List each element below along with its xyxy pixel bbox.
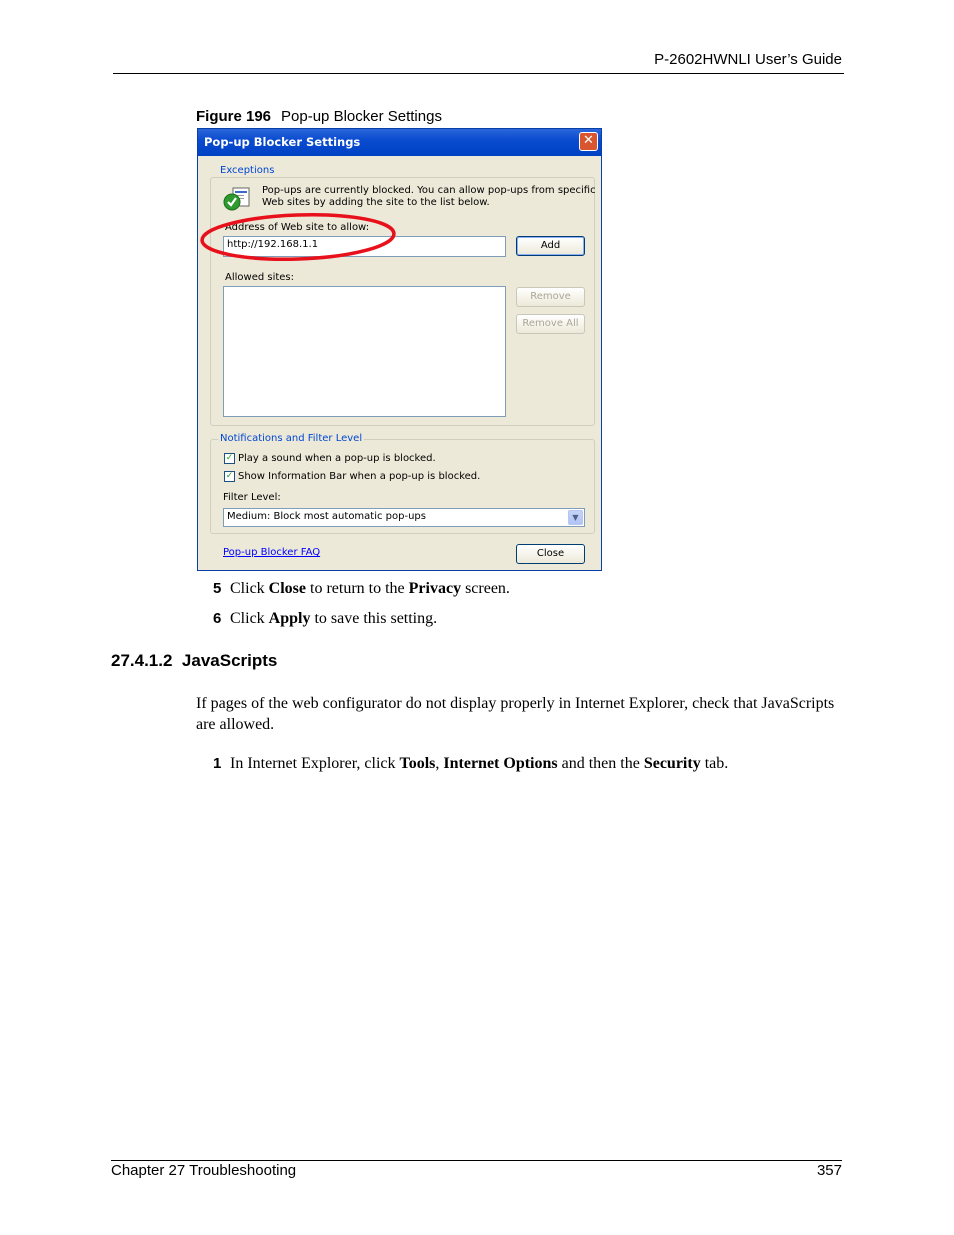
add-button[interactable]: Add	[516, 236, 585, 256]
remove-all-button[interactable]: Remove All	[516, 314, 585, 334]
step-6-number: 6	[213, 610, 222, 627]
dialog-title: Pop-up Blocker Settings	[204, 135, 361, 149]
allowed-sites-label: Allowed sites:	[225, 272, 295, 283]
step-5-bold-privacy: Privacy	[408, 580, 462, 597]
exceptions-info-line1: Pop-ups are currently blocked. You can a…	[262, 185, 596, 196]
step-5-text-pre: Click	[230, 580, 269, 597]
step-5-text-post: screen.	[461, 580, 510, 597]
footer-chapter: Chapter 27 Troubleshooting	[111, 1162, 297, 1179]
step-1-text-post: tab.	[700, 755, 729, 772]
play-sound-check-mark: ✓	[225, 453, 234, 463]
figure-caption: Figure 196 Pop-up Blocker Settings	[196, 108, 442, 125]
step-1-text-mid: and then the	[557, 755, 644, 772]
play-sound-checkbox[interactable]: ✓	[224, 453, 235, 464]
chevron-down-icon[interactable]: ▼	[568, 510, 583, 525]
highlight-ellipse	[200, 213, 396, 261]
figure-label: Figure 196	[196, 108, 272, 125]
show-infobar-check-mark: ✓	[225, 471, 234, 481]
section-paragraph: If pages of the web configurator do not …	[196, 695, 835, 733]
exceptions-legend: Exceptions	[218, 165, 277, 176]
popup-blocker-dialog: Pop-up Blocker Settings ✕ Exceptions Pop…	[197, 128, 602, 571]
close-icon[interactable]: ✕	[579, 132, 598, 151]
exceptions-info-line2: Web sites by adding the site to the list…	[262, 197, 490, 208]
step-6-bold-apply: Apply	[268, 610, 311, 627]
step-6-text-post: to save this setting.	[310, 610, 438, 627]
step-5-bold-close: Close	[268, 580, 306, 597]
allowed-sites-list[interactable]	[223, 286, 506, 417]
step-1-number: 1	[213, 755, 222, 772]
step-1-bold-security: Security	[643, 755, 701, 772]
footer-divider	[111, 1160, 842, 1161]
shield-check-icon	[223, 187, 250, 211]
show-infobar-checkbox[interactable]: ✓	[224, 471, 235, 482]
notifications-legend: Notifications and Filter Level	[218, 433, 365, 444]
dialog-titlebar: Pop-up Blocker Settings ✕	[198, 129, 601, 156]
filter-level-value: Medium: Block most automatic pop-ups	[227, 511, 426, 522]
step-1: 1 In Internet Explorer, click Tools, Inte…	[213, 755, 728, 773]
section-number: 27.4.1.2	[111, 651, 173, 670]
step-1-bold-internet-options: Internet Options	[443, 755, 558, 772]
footer-page-number: 357	[816, 1162, 842, 1179]
step-6: 6 Click Apply to save this setting.	[213, 610, 437, 628]
filter-level-select[interactable]: Medium: Block most automatic pop-ups ▼	[223, 508, 585, 527]
show-infobar-label: Show Information Bar when a pop-up is bl…	[238, 471, 481, 482]
header-divider	[113, 73, 844, 74]
filter-level-label: Filter Level:	[223, 492, 281, 503]
header-title: P-2602HWNLI User’s Guide	[654, 51, 842, 68]
popup-blocker-faq-link[interactable]: Pop-up Blocker FAQ	[223, 547, 320, 558]
remove-button[interactable]: Remove	[516, 287, 585, 307]
step-6-text-pre: Click	[230, 610, 269, 627]
figure-title: Pop-up Blocker Settings	[281, 108, 442, 125]
step-1-bold-tools: Tools	[399, 755, 436, 772]
step-5: 5 Click Close to return to the Privacy sc…	[213, 580, 510, 598]
step-5-text-mid: to return to the	[306, 580, 409, 597]
step-5-number: 5	[213, 580, 222, 597]
play-sound-label: Play a sound when a pop-up is blocked.	[238, 453, 436, 464]
section-title: JavaScripts	[181, 651, 278, 670]
close-button[interactable]: Close	[516, 544, 585, 564]
section-heading: 27.4.1.2 JavaScripts	[111, 651, 277, 671]
step-1-text-pre: In Internet Explorer, click	[230, 755, 400, 772]
